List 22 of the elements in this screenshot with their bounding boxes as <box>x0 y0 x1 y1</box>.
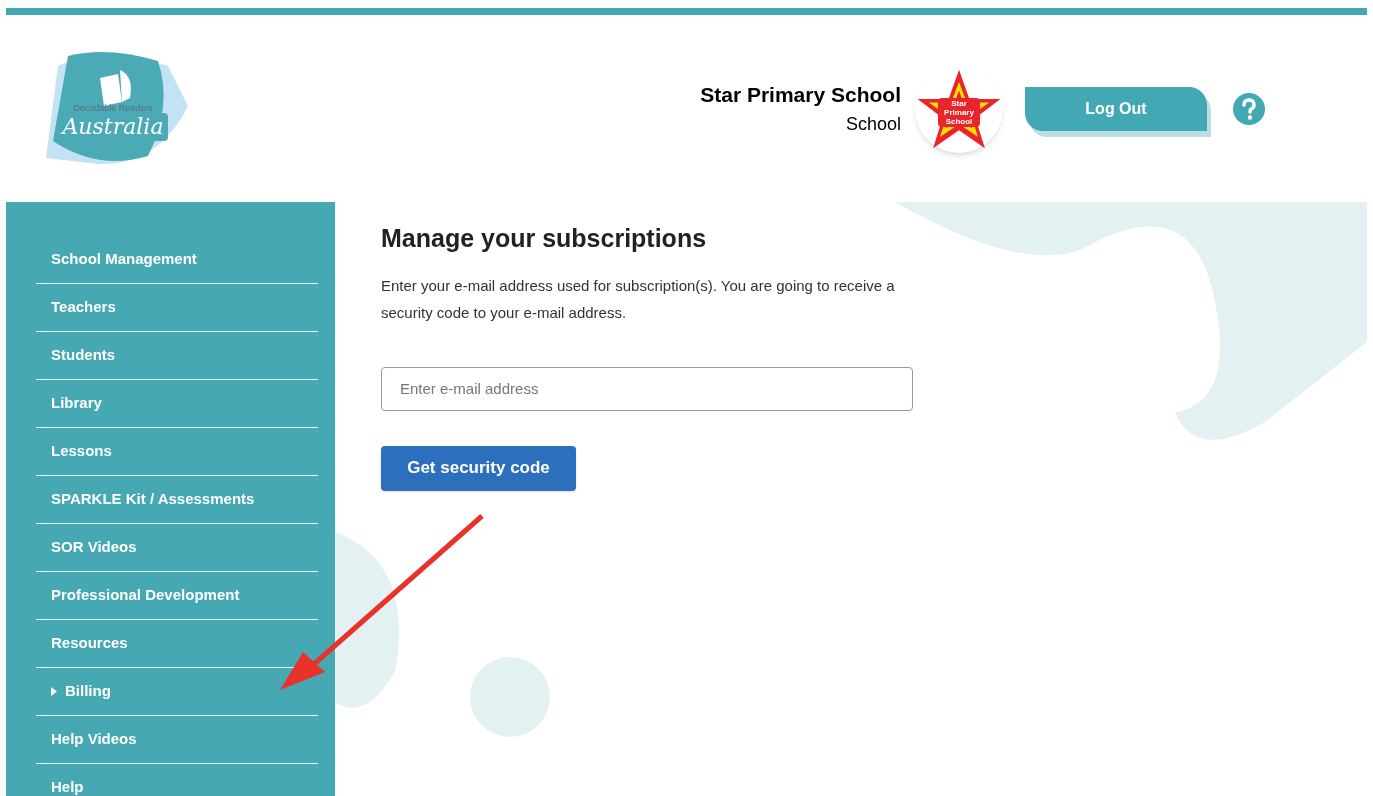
email-field[interactable]: Enter e-mail address <box>381 366 913 411</box>
school-name: Star Primary School <box>700 82 901 109</box>
logo-name: Australia <box>58 113 168 141</box>
sidebar-item[interactable]: Lessons <box>36 428 318 475</box>
sidebar-item[interactable]: Teachers <box>36 284 318 331</box>
sidebar-item[interactable]: Help <box>36 764 318 796</box>
sidebar-item[interactable]: Professional Development <box>36 572 318 619</box>
account-role: School <box>845 112 901 136</box>
sidebar-item[interactable]: Students <box>36 332 318 379</box>
sidebar-item[interactable]: Help Videos <box>36 716 318 763</box>
sidebar-item[interactable]: Resources <box>36 620 318 667</box>
sidebar-item[interactable]: Billing <box>36 668 318 715</box>
description: Enter your e-mail address used for subscription(s). You are going to receive a security code to your e-mail address. <box>381 275 896 323</box>
sidebar-item[interactable]: SPARKLE Kit / Assessments <box>36 476 318 523</box>
sidebar-item[interactable]: SOR Videos <box>36 524 318 571</box>
sidebar-item[interactable]: School Management <box>36 236 318 283</box>
sidebar-item[interactable]: Library <box>36 380 318 427</box>
get-code-button[interactable]: Get security code <box>381 445 576 491</box>
badge-text: Star Primary School <box>938 98 980 127</box>
caret-icon <box>51 687 57 696</box>
help-icon[interactable] <box>1233 92 1265 125</box>
page-title: Manage your subscriptions <box>381 223 708 254</box>
